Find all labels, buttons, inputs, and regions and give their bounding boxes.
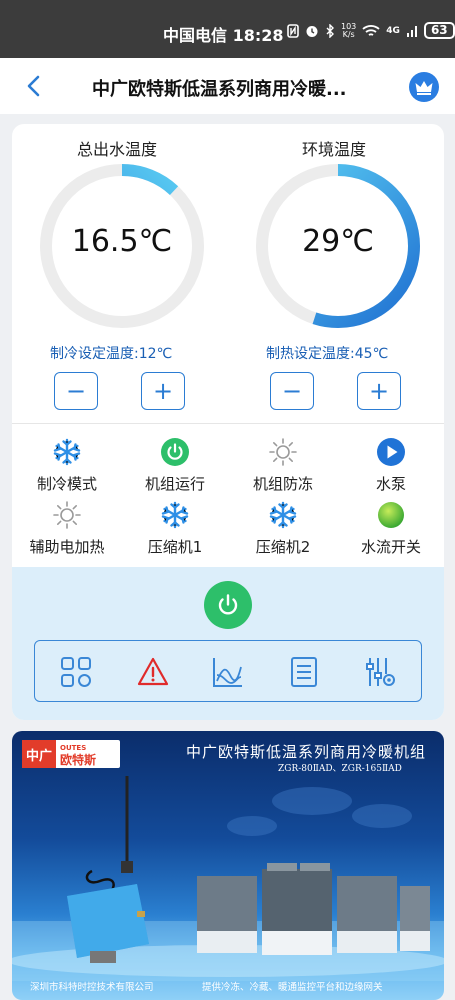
- heating-increase-button[interactable]: +: [357, 372, 401, 410]
- status-label: 辅助电加热: [29, 538, 105, 556]
- nfc-icon: [287, 23, 299, 38]
- crown-icon[interactable]: [409, 72, 439, 102]
- plus-icon: +: [152, 377, 174, 405]
- dashboard-grid-icon[interactable]: [59, 655, 93, 689]
- brand-logo: 中广 OUTES 欧特斯: [22, 740, 120, 768]
- status-water-pump: 水泵: [336, 437, 444, 494]
- snowflake-icon: [53, 438, 81, 466]
- wifi-icon: [362, 24, 380, 36]
- power-button[interactable]: [204, 581, 252, 629]
- status-unit-running: 机组运行: [120, 437, 230, 494]
- left-gauge-label: 总出水温度: [77, 140, 158, 159]
- speed-unit: K/s: [342, 29, 355, 39]
- trend-chart-icon[interactable]: [211, 655, 245, 689]
- left-gauge-value: 16.5℃: [71, 224, 173, 259]
- banner-slogan: 提供冷冻、冷藏、暖通监控平台和边缘网关: [202, 982, 383, 993]
- status-label: 机组运行: [144, 475, 205, 493]
- alarm-clock-icon: [306, 25, 318, 37]
- status-cooling-mode: 制冷模式: [12, 437, 122, 494]
- device-control-card: 总出水温度 环境温度 16.5℃ 29℃ 制冷设定温度:12℃ 制热设定温度:4…: [12, 124, 444, 720]
- status-label: 制冷模式: [36, 475, 97, 493]
- status-antifreeze: 机组防冻: [228, 437, 338, 494]
- chiller-units: [197, 863, 430, 955]
- sun-icon: [269, 438, 297, 466]
- right-gauge-label: 环境温度: [302, 140, 367, 159]
- power-icon: [161, 438, 189, 466]
- settings-sliders-icon[interactable]: [363, 655, 397, 689]
- status-label: 压缩机2: [255, 538, 311, 556]
- page-title: 中广欧特斯低温系列商用冷暖...: [92, 79, 347, 100]
- status-compressor-1: 压缩机1: [120, 500, 230, 557]
- signal-icon: [406, 25, 417, 37]
- minus-icon: −: [281, 377, 303, 405]
- status-label: 水流开关: [360, 538, 421, 556]
- right-gauge-value: 29℃: [302, 224, 374, 259]
- snowflake-icon: [269, 501, 297, 529]
- status-compressor-2: 压缩机2: [228, 500, 338, 557]
- network-type: 4G: [386, 25, 400, 36]
- alarm-warning-icon[interactable]: [136, 655, 170, 689]
- power-icon: [218, 594, 238, 615]
- logo-brand: 欧特斯: [60, 753, 97, 767]
- back-arrow-icon[interactable]: [24, 74, 44, 98]
- list-document-icon[interactable]: [287, 655, 321, 689]
- cooling-increase-button[interactable]: +: [141, 372, 185, 410]
- status-icons: 103 K/s 4G 63: [287, 22, 455, 39]
- play-icon: [377, 438, 405, 466]
- logo-text: OUTES 欧特斯: [56, 742, 96, 766]
- network-speed: 103 K/s: [341, 22, 356, 39]
- divider: [12, 423, 444, 424]
- control-panel: [12, 567, 444, 720]
- product-banner[interactable]: 中广 OUTES 欧特斯 中广欧特斯低温系列商用冷暖机组 ZGR-80ⅡAD、Z…: [12, 731, 444, 1000]
- bluetooth-icon: [326, 23, 334, 38]
- function-toolbar: [34, 640, 422, 702]
- heating-decrease-button[interactable]: −: [270, 372, 314, 410]
- battery-indicator: 63: [423, 22, 455, 39]
- green-dot-icon: [378, 502, 404, 528]
- heating-setpoint-label: 制热设定温度:45℃: [266, 346, 389, 362]
- cooling-decrease-button[interactable]: −: [54, 372, 98, 410]
- status-bar: 中国电信 18:28 103 K/s 4G 63: [0, 0, 455, 58]
- product-illustration: [12, 776, 444, 981]
- logo-cn: 中广: [22, 740, 56, 768]
- snowflake-icon: [161, 501, 189, 529]
- status-label: 机组防冻: [252, 475, 313, 493]
- status-label: 水泵: [375, 475, 406, 493]
- banner-title: 中广欧特斯低温系列商用冷暖机组: [186, 743, 427, 761]
- cooling-setpoint-label: 制冷设定温度:12℃: [50, 346, 173, 362]
- plus-icon: +: [368, 377, 390, 405]
- sun-icon: [53, 501, 81, 529]
- carrier-time: 中国电信 18:28: [163, 26, 284, 45]
- status-aux-heater: 辅助电加热: [12, 500, 122, 557]
- banner-company: 深圳市科特时控技术有限公司: [30, 982, 154, 993]
- minus-icon: −: [65, 377, 87, 405]
- status-label: 压缩机1: [147, 538, 203, 556]
- status-flow-switch: 水流开关: [336, 500, 444, 557]
- app-header: 中广欧特斯低温系列商用冷暖...: [0, 58, 455, 114]
